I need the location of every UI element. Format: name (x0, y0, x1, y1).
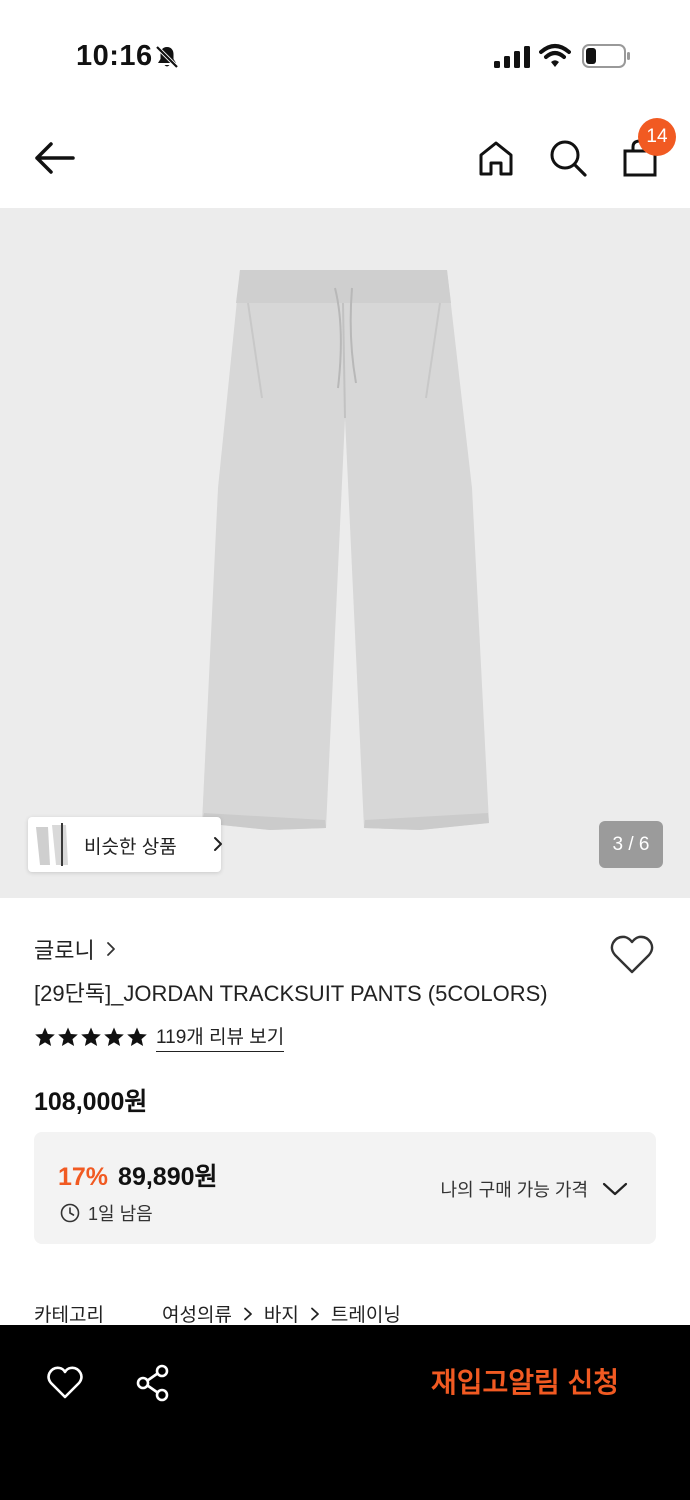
similar-products-label: 비슷한 상품 (84, 837, 177, 858)
discount-row: 17% 89,890원 (58, 1157, 218, 1193)
category-item[interactable]: 트레이닝 (331, 1300, 401, 1327)
category-breadcrumb: 카테고리 여성의류 바지 트레이닝 (34, 1300, 401, 1327)
product-image (202, 270, 489, 830)
original-price: 108,000원 (34, 1088, 148, 1116)
star-icon (104, 1027, 124, 1046)
product-image-gallery[interactable]: 비슷한 상품 3 / 6 (0, 208, 690, 898)
product-title: [29단독]_JORDAN TRACKSUIT PANTS (5COLORS) (34, 981, 548, 1006)
chevron-right-icon (106, 942, 115, 956)
category-item[interactable]: 여성의류 (162, 1300, 232, 1327)
clock-icon (60, 1203, 80, 1223)
star-icon (81, 1027, 101, 1046)
restock-alert-button[interactable]: 재입고알림 신청 (420, 1361, 630, 1405)
rating-row: 119개 리뷰 보기 (34, 1022, 285, 1052)
chevron-right-icon (214, 837, 222, 851)
battery-icon (582, 44, 630, 68)
bell-off-icon (155, 45, 179, 69)
chevron-right-icon (310, 1307, 319, 1320)
time-left-row: 1일 남음 (60, 1200, 153, 1226)
similar-product-thumbnail (32, 821, 80, 868)
chevron-right-icon (244, 1307, 252, 1320)
heart-icon[interactable] (46, 1365, 84, 1401)
discount-box[interactable]: 17% 89,890원 1일 남음 나의 구매 가능 가격 (34, 1132, 656, 1244)
star-icon (35, 1027, 55, 1046)
back-arrow-icon[interactable] (32, 138, 76, 178)
category-label: 카테고리 (34, 1305, 104, 1326)
review-link[interactable]: 119개 리뷰 보기 (156, 1022, 285, 1052)
my-price-toggle[interactable]: 나의 구매 가능 가격 (441, 1176, 628, 1202)
cellular-signal-icon (494, 46, 530, 68)
home-icon[interactable] (476, 138, 516, 178)
heart-icon[interactable] (609, 934, 655, 976)
bottom-action-bar: 재입고알림 신청 (0, 1325, 690, 1500)
brand-link[interactable]: 글로니 (34, 934, 117, 964)
status-bar: 10:16 (0, 0, 690, 110)
share-icon[interactable] (134, 1363, 172, 1403)
discount-rate: 17% (58, 1163, 109, 1191)
time-left: 1일 남음 (88, 1204, 153, 1224)
my-price-label: 나의 구매 가능 가격 (440, 1180, 588, 1200)
top-nav (0, 110, 690, 208)
chevron-down-icon (602, 1182, 628, 1196)
star-icon (127, 1027, 147, 1046)
status-time: 10:16 (76, 40, 153, 72)
rating-stars (34, 1026, 148, 1048)
discount-price: 89,890원 (118, 1163, 218, 1191)
image-page-indicator: 3 / 6 (599, 821, 663, 868)
brand-name: 글로니 (34, 938, 95, 963)
category-item[interactable]: 바지 (264, 1300, 299, 1327)
cart-count-badge: 14 (638, 118, 676, 156)
star-icon (58, 1027, 78, 1046)
wifi-icon (539, 44, 571, 67)
search-icon[interactable] (548, 138, 588, 178)
similar-products-button[interactable]: 비슷한 상품 (28, 817, 222, 872)
